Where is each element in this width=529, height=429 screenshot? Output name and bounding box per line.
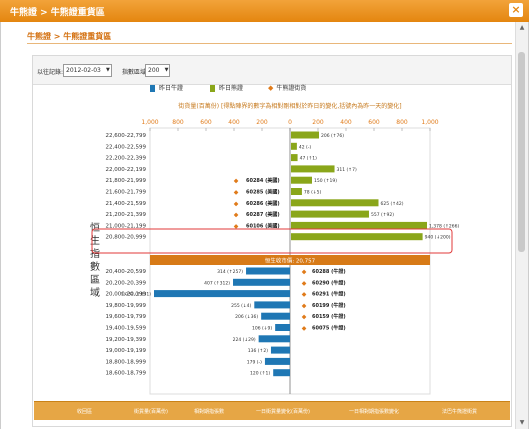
x-tick-label: 800: [172, 119, 184, 126]
x-tick-label: 1,000: [421, 119, 438, 126]
warrant-label: 60290 (牛證): [312, 279, 346, 286]
y-tick-label: 19,400-19,599: [106, 326, 147, 332]
diamond-icon: ◆: [302, 325, 307, 332]
bull-bar: [264, 357, 290, 365]
bear-bar: [291, 188, 302, 195]
bar-value-label: 311 (↑7): [337, 167, 357, 173]
x-tick-label: 800: [396, 119, 408, 126]
x-tick-label: 1,000: [141, 119, 158, 126]
x-tick-label: 600: [368, 119, 380, 126]
hsi-label: 恒生收市價: 20,757: [265, 257, 316, 265]
y-tick-label: 22,200-22,399: [106, 156, 147, 162]
bar-value-label: 136 (↑2): [248, 348, 268, 354]
bar-value-label: 150 (↑19): [314, 178, 337, 184]
bull-bar: [233, 278, 290, 286]
bar-value-label: 106 (↓9): [252, 326, 272, 332]
warrant-label: 60291 (牛證): [312, 291, 346, 298]
y-tick-label: 21,600-21,799: [106, 190, 147, 196]
y-tick-label: 21,200-21,399: [106, 212, 147, 218]
y-tick-label: 22,600-22,799: [106, 133, 147, 139]
bear-bar: [291, 233, 423, 241]
bar-value-label: 120 (↑1): [250, 371, 270, 377]
warrant-label: 60287 (美國): [246, 211, 280, 218]
y-tick-label: 22,400-22,599: [106, 144, 147, 150]
bar-value-label: 557 (↑92): [371, 212, 394, 218]
bull-bar: [254, 301, 290, 309]
y-tick-label: 20,400-20,599: [106, 269, 147, 275]
diamond-icon: ◆: [234, 212, 239, 219]
diamond-icon: ◆: [302, 280, 307, 287]
y-tick-label: 19,800-19,999: [106, 303, 147, 309]
y-tick-label: 21,400-21,599: [106, 201, 147, 207]
bear-bar: [291, 165, 335, 173]
bar-value-label: 206 (↓36): [235, 314, 258, 320]
bar-value-label: 78 (↓5): [304, 190, 322, 196]
diamond-icon: ◆: [234, 200, 239, 207]
bar-value-label: 47 (↑1): [300, 156, 318, 162]
x-tick-label: 200: [312, 119, 324, 126]
bull-bar: [270, 346, 290, 354]
footer-col-volume: 街貨量(百萬份): [134, 409, 168, 415]
bar-value-label: 407 (↑312): [204, 280, 230, 286]
warrant-label: 60284 (美國): [246, 177, 280, 184]
y-tick-label: 20,200-20,399: [106, 280, 147, 286]
y-tick-label: 21,800-21,999: [106, 178, 147, 184]
bar-value-label: 42 (-): [299, 144, 312, 150]
footer-col-bnp: 法巴牛熊證街貨: [442, 409, 478, 415]
bull-bar: [273, 369, 290, 377]
footer-table-header: 收回區 街貨量(百萬份) 相對期指張數 一日街貨量變化(百萬份) 一日相對期指張…: [34, 401, 510, 420]
bull-bar: [258, 335, 290, 343]
diamond-icon: ◆: [302, 269, 307, 276]
bar-value-label: 206 (↑76): [321, 133, 344, 139]
bull-bar: [246, 267, 290, 275]
bull-bar: [261, 312, 290, 320]
x-tick-label: 600: [200, 119, 212, 126]
bear-bar: [291, 154, 298, 162]
y-tick-label: 18,600-18,799: [106, 371, 147, 377]
footer-col-futures-change: 一日相對期指張數變化: [349, 409, 400, 415]
bar-value-label: 625 (↑42): [381, 201, 404, 207]
bull-bar: [154, 290, 290, 298]
warrant-label: 60285 (美國): [246, 189, 280, 196]
warrant-label: 60286 (美國): [246, 200, 280, 207]
highlight-box: [91, 228, 453, 254]
footer-col-zone: 收回區: [77, 409, 93, 415]
bar-value-label: 224 (↓29): [233, 337, 256, 343]
bar-value-label: 314 (↑257): [217, 269, 243, 275]
diamond-icon: ◆: [302, 314, 307, 321]
bull-bar: [275, 324, 290, 331]
bear-bar: [291, 176, 312, 184]
diamond-icon: ◆: [302, 291, 307, 298]
bar-value-label: 179 (-): [247, 359, 262, 365]
warrant-label: 60288 (牛證): [312, 268, 346, 275]
bear-bar: [291, 221, 427, 229]
x-tick-label: 200: [256, 119, 268, 126]
diamond-icon: ◆: [234, 178, 239, 185]
y-tick-label: 19,600-19,799: [106, 314, 147, 320]
bar-value-label: 255 (↓4): [231, 303, 251, 309]
x-tick-label: 400: [340, 119, 352, 126]
bear-bar: [291, 210, 369, 218]
x-tick-label: 400: [228, 119, 240, 126]
x-tick-label: 0: [288, 119, 292, 126]
warrant-label: 60199 (牛證): [312, 302, 346, 309]
bar-value-label: 940 (↓200): [425, 235, 451, 241]
footer-col-volume-change: 一日街貨量變化(百萬份): [256, 409, 310, 415]
y-tick-label: 19,200-19,399: [106, 337, 147, 343]
warrant-label: 60106 (美國): [246, 222, 280, 229]
warrant-label: 60159 (牛證): [312, 313, 346, 320]
y-tick-label: 20,800-20,999: [106, 235, 147, 241]
bear-bar: [291, 199, 379, 207]
bear-bar: [291, 142, 297, 150]
diamond-icon: ◆: [302, 302, 307, 309]
footer-col-futures: 相對期指張數: [194, 409, 225, 415]
chart-svg: 1,000 800 600 400 200 0 200 400 600 800 1,000 22,60…: [91, 119, 459, 395]
y-tick-label: 19,000-19,199: [106, 348, 147, 354]
diamond-icon: ◆: [234, 189, 239, 196]
bar-value-label: 1,032 (↑831): [121, 292, 151, 298]
y-tick-label: 22,000-22,199: [106, 167, 147, 173]
bear-bar: [291, 131, 319, 139]
warrant-label: 60075 (牛證): [312, 325, 346, 332]
y-tick-label: 18,800-18,999: [106, 359, 147, 365]
